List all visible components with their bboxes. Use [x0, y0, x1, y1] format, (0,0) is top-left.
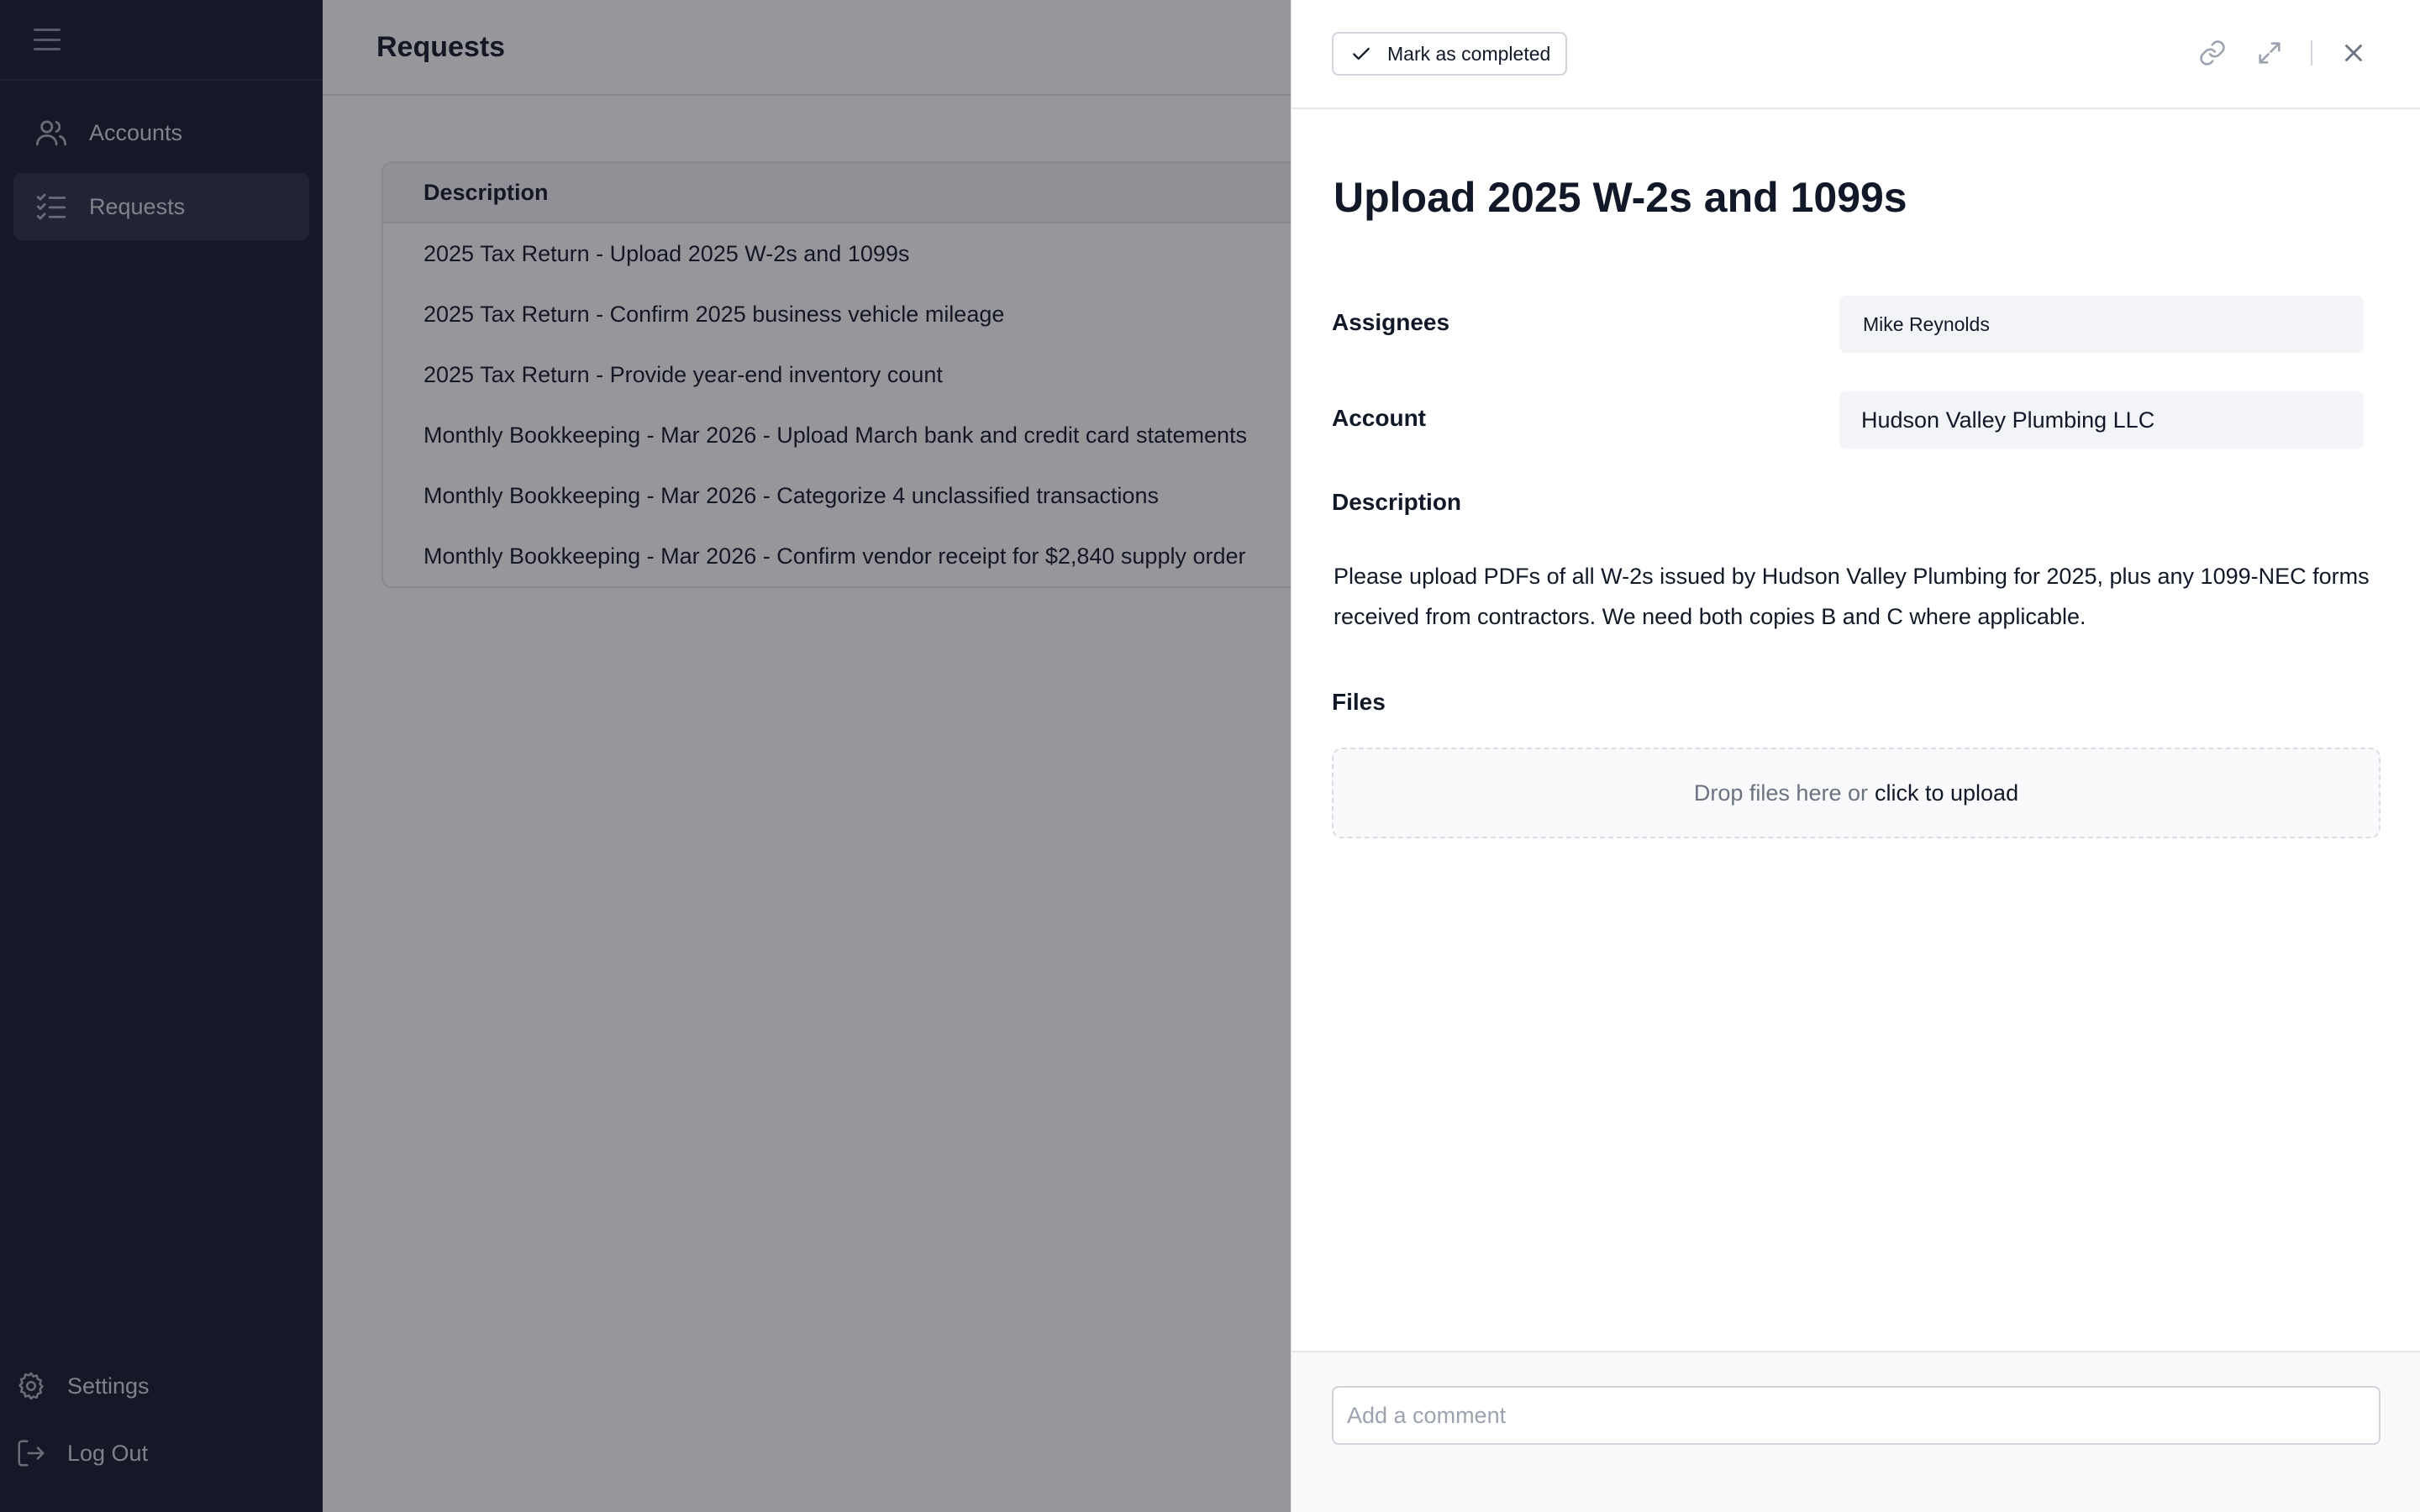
close-button[interactable]	[2338, 37, 2370, 69]
close-icon	[2345, 45, 2362, 61]
expand-button[interactable]	[2254, 37, 2286, 69]
request-detail-panel: Mark as completed Upload 2025 W-2s and 1…	[1291, 0, 2420, 1512]
upload-link[interactable]: click to upload	[1875, 780, 2018, 806]
description-text: Please upload PDFs of all W-2s issued by…	[1334, 564, 2370, 629]
dropzone-text: Drop files here or	[1693, 780, 1868, 806]
account-label: Account	[1332, 405, 1426, 431]
description-label: Description	[1332, 489, 1462, 515]
mark-completed-label: Mark as completed	[1387, 42, 1551, 65]
comment-footer	[1292, 1351, 2420, 1512]
files-label: Files	[1332, 689, 1386, 715]
expand-icon	[2259, 42, 2281, 64]
assignee-name: Mike Reynolds	[1863, 312, 1990, 335]
assignees-label: Assignees	[1332, 309, 1450, 335]
mark-completed-button[interactable]: Mark as completed	[1332, 32, 1568, 76]
check-icon	[1353, 47, 1370, 60]
assignees-field[interactable]: Mike Reynolds	[1839, 296, 2364, 353]
request-title: Upload 2025 W-2s and 1099s	[1334, 174, 1907, 221]
copy-link-button[interactable]	[2196, 37, 2228, 69]
link-icon	[2200, 40, 2225, 66]
panel-toolbar: Mark as completed	[1292, 0, 2420, 109]
account-name: Hudson Valley Plumbing LLC	[1861, 407, 2155, 433]
file-dropzone[interactable]: Drop files here or click to upload	[1332, 748, 2381, 838]
panel-actions	[2171, 37, 2370, 69]
comment-input[interactable]	[1332, 1386, 2381, 1445]
toolbar-divider	[2311, 40, 2312, 66]
account-field[interactable]: Hudson Valley Plumbing LLC	[1839, 391, 2364, 449]
